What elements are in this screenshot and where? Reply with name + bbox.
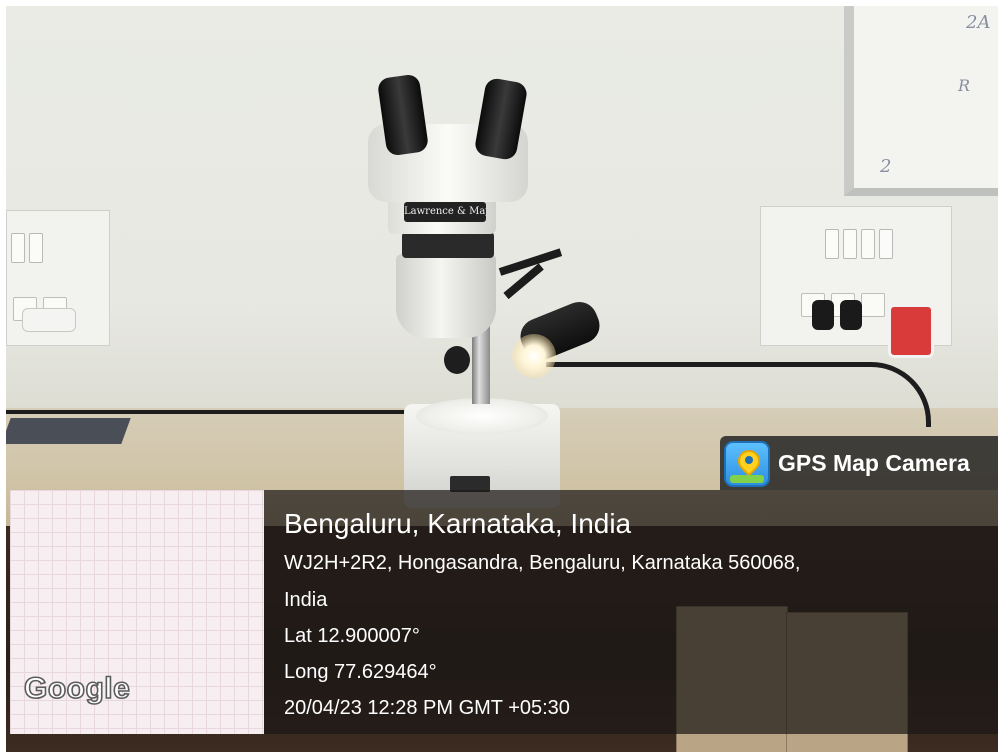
- location-title: Bengaluru, Karnataka, India: [284, 508, 632, 539]
- latitude: Lat 12.900007°: [284, 625, 420, 647]
- address-line-2: India: [284, 589, 328, 611]
- timestamp: 20/04/23 12:28 PM GMT +05:30: [284, 697, 570, 719]
- gps-overlay: Google GPS Map Camera Bengaluru, Karnata…: [0, 0, 998, 752]
- map-pin-icon: [724, 441, 770, 487]
- longitude: Long 77.629464°: [284, 661, 437, 683]
- google-attribution: Google: [23, 671, 131, 706]
- app-name: GPS Map Camera: [778, 450, 970, 476]
- address-line-1: WJ2H+2R2, Hongasandra, Bengaluru, Karnat…: [284, 552, 801, 574]
